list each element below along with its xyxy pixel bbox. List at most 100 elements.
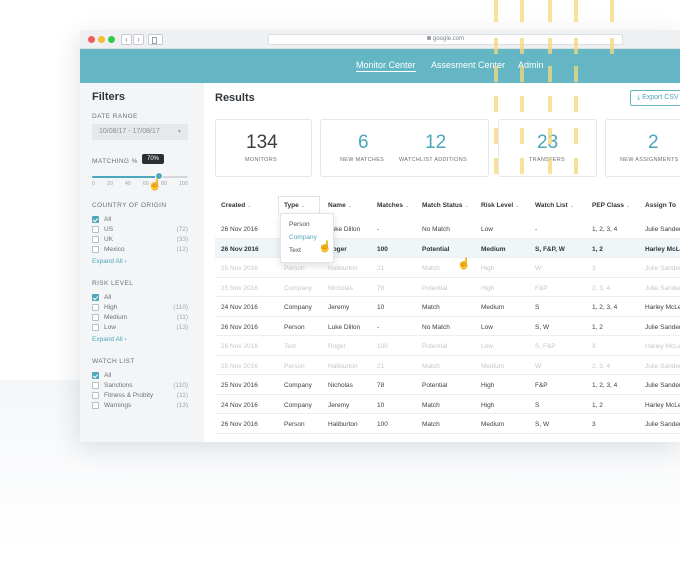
decorative-stripe: [494, 128, 498, 144]
download-icon: ⤓: [637, 94, 641, 101]
cell-pep: 1, 2, 3, 4: [592, 226, 618, 233]
cell-assign: Harley McLeod: [645, 304, 680, 311]
dropdown-option-company[interactable]: Company: [289, 234, 317, 241]
cell-status: Match: [422, 304, 440, 311]
decorative-stripe: [548, 158, 552, 174]
cell-status: No Match: [422, 226, 450, 233]
decorative-stripe: [610, 38, 614, 54]
cell-assign: Julie Sanders: [645, 382, 680, 389]
cell-created: 26 Nov 2016: [221, 245, 259, 253]
table-row[interactable]: 24 Nov 2016 Company Jeremy 10 Match Medium S 1,…: [215, 297, 680, 317]
decorative-stripe: [494, 96, 498, 112]
decorative-stripe: [520, 158, 524, 174]
cell-watch: S: [535, 304, 540, 311]
decorative-stripe: [520, 128, 524, 144]
cell-matches: 21: [377, 362, 385, 370]
cell-risk: Low: [481, 343, 493, 350]
cell-risk: High: [481, 284, 495, 292]
column-label: Assign To: [645, 202, 676, 209]
cell-created: 25 Nov 2016: [221, 382, 258, 389]
cell-risk: Medium: [481, 421, 505, 428]
table-row[interactable]: 26 Nov 2016 Person Luke Dillon - No Match Low…: [215, 317, 680, 336]
cell-type: Person: [284, 421, 305, 428]
sort-chevron-icon: ⌄: [300, 203, 305, 209]
column-header-match-status[interactable]: Match Status ⌄: [422, 202, 469, 209]
cell-assign: Julie Sanders: [645, 226, 680, 233]
column-label: Matches: [377, 202, 404, 209]
decorative-stripe: [574, 158, 578, 174]
decorative-stripe: [520, 38, 524, 54]
cell-pep: 2, 3, 4: [592, 284, 611, 292]
stat-value: 2: [648, 132, 659, 153]
column-header-assign-to[interactable]: Assign To: [645, 202, 676, 209]
column-header-matches[interactable]: Matches ⌄: [377, 202, 409, 209]
column-header-name[interactable]: Name ⌄: [328, 202, 352, 209]
column-label: Name: [328, 202, 346, 209]
column-label: Watch List: [535, 202, 568, 209]
stat-label: MONITORS: [245, 157, 277, 163]
cell-assign: Julie Sanders: [645, 421, 680, 428]
cell-name: Nicholas: [328, 382, 353, 389]
cell-name: Jeremy: [328, 401, 350, 409]
cell-type: Text: [284, 343, 296, 350]
decorative-stripe: [574, 128, 578, 144]
column-header-type[interactable]: Type ⌄: [284, 202, 305, 209]
stat-value: 134: [246, 132, 278, 153]
table-row[interactable]: 25 Nov 2016 Person Haliburton 21 Match Medium…: [215, 356, 680, 375]
hand-cursor-icon: ☝: [457, 258, 471, 270]
column-header-pep-class[interactable]: PEP Class ⌄: [592, 202, 630, 209]
column-header-created[interactable]: Created ⌄: [221, 202, 251, 209]
table-row[interactable]: 26 Nov 2016 Person Haliburton 100 Match Mediu…: [215, 414, 680, 434]
stat-label: NEW ASSIGNMENTS: [620, 157, 679, 163]
cell-name: Nicholas: [328, 284, 353, 292]
cell-matches: 10: [377, 304, 385, 311]
sort-chevron-icon: ⌄: [515, 203, 520, 209]
cell-pep: 2, 3, 4: [592, 362, 611, 370]
table-row[interactable]: 26 Nov 2016 Text Roger 100 Potential Low S, F&…: [215, 336, 680, 356]
cell-type: Person: [284, 323, 305, 331]
cell-status: Potential: [422, 343, 448, 350]
stat-card-monitors[interactable]: 134 MONITORS: [215, 119, 312, 177]
cell-status: Potential: [422, 284, 448, 292]
cell-matches: 10: [377, 401, 385, 409]
dropdown-option-text[interactable]: Text: [289, 247, 301, 254]
cell-matches: 21: [377, 265, 385, 272]
stat-card-new-assignments[interactable]: 2 NEW ASSIGNMENTS: [605, 119, 680, 177]
dropdown-option-person[interactable]: Person: [289, 221, 310, 228]
decorative-stripe: [574, 66, 578, 82]
column-label: Risk Level: [481, 202, 514, 209]
decorative-stripe: [548, 66, 552, 82]
cell-risk: High: [481, 265, 495, 272]
decorative-stripe: [548, 128, 552, 144]
cell-risk: Low: [481, 226, 493, 233]
column-header-watch-list[interactable]: Watch List ⌄: [535, 202, 574, 209]
cell-risk: Medium: [481, 245, 506, 253]
decorative-stripe: [494, 0, 498, 22]
export-csv-button[interactable]: ⤓ Export CSV: [630, 90, 680, 106]
cell-pep: 1, 2: [592, 401, 603, 409]
column-header-risk-level[interactable]: Risk Level ⌄: [481, 202, 519, 209]
table-row[interactable]: 24 Nov 2016 Company Jeremy 10 Match High S 1, 2…: [215, 395, 680, 414]
cell-name: Haliburton: [328, 421, 358, 428]
decorative-stripe: [494, 66, 498, 82]
cell-name: Jeremy: [328, 304, 350, 311]
cell-name: Haliburton: [328, 265, 358, 272]
cell-created: 26 Nov 2016: [221, 421, 258, 428]
cell-risk: Medium: [481, 362, 505, 370]
cell-created: 26 Nov 2016: [221, 323, 258, 331]
cell-status: Potential: [422, 245, 450, 253]
decorative-stripe: [574, 0, 578, 22]
type-filter-dropdown: Person Company Text: [280, 213, 334, 263]
sort-chevron-icon: ⌄: [247, 203, 252, 209]
cell-type: Company: [284, 401, 312, 409]
cell-watch: S, W: [535, 323, 550, 331]
cell-risk: Medium: [481, 304, 505, 311]
table-row[interactable]: 25 Nov 2016 Company Nicholas 78 Potential Hig…: [215, 278, 680, 297]
sort-chevron-icon: ⌄: [626, 203, 631, 209]
decorative-stripe: [574, 96, 578, 112]
decorative-stripe: [548, 96, 552, 112]
cell-pep: 1, 2: [592, 245, 603, 253]
stat-card-matches-additions[interactable]: 6 NEW MATCHES 12 WATCHLIST ADDITIONS: [320, 119, 489, 177]
table-row[interactable]: 25 Nov 2016 Company Nicholas 78 Potential Hig…: [215, 375, 680, 395]
cell-status: Match: [422, 401, 440, 409]
